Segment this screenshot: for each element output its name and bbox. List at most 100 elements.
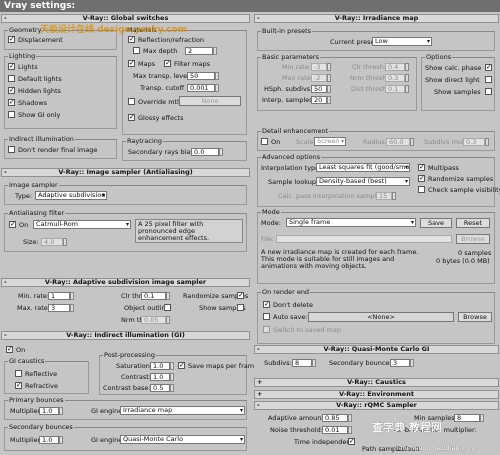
detail-radius-field[interactable]: 60.0 xyxy=(386,138,410,146)
qmc-subdivs-field[interactable]: 8 xyxy=(292,359,312,367)
im-show-samples-checkbox[interactable] xyxy=(485,88,492,95)
max-depth-field[interactable]: 2 xyxy=(185,47,213,55)
aa-filter-on-checkbox[interactable]: ✓ xyxy=(9,221,16,228)
interp-samples-spinner[interactable] xyxy=(327,96,331,104)
im-min-rate-field[interactable]: -3 xyxy=(311,63,327,71)
contrast-field[interactable]: 1.0 xyxy=(150,373,170,381)
im-dist-thresh-field[interactable]: 0.1 xyxy=(385,85,405,93)
glossy-effects-checkbox[interactable]: ✓ xyxy=(128,114,135,121)
refractive-checkbox[interactable]: ✓ xyxy=(15,382,22,389)
contrast-base-spinner[interactable] xyxy=(170,384,174,392)
qmc-secondary-bounces-field[interactable]: 3 xyxy=(390,359,410,367)
interpolation-type-dropdown[interactable]: Least squares fit (good/smooth xyxy=(316,163,410,172)
max-transp-levels-field[interactable]: 50 xyxy=(187,72,215,80)
lights-checkbox[interactable]: ✓ xyxy=(8,63,15,70)
current-preset-dropdown[interactable]: Low xyxy=(372,37,432,46)
secondary-gi-engine-dropdown[interactable]: Quasi-Monte Carlo xyxy=(120,435,245,444)
im-dist-thresh-spinner[interactable] xyxy=(405,85,409,93)
rqmc-sampler-header[interactable]: - V-Ray:: rQMC Sampler xyxy=(254,401,499,410)
max-transp-levels-spinner[interactable] xyxy=(215,72,219,80)
show-gi-only-checkbox[interactable] xyxy=(8,111,15,118)
irradiance-map-header[interactable]: - V-Ray:: Irradiance map xyxy=(254,14,499,23)
im-clr-thresh-field[interactable]: 0.4 xyxy=(385,63,405,71)
sample-lookup-dropdown[interactable]: Density-based (best) xyxy=(316,177,410,186)
auto-save-checkbox[interactable] xyxy=(263,313,270,320)
max-depth-checkbox[interactable] xyxy=(133,47,140,54)
calc-pass-field[interactable]: 15 xyxy=(376,192,392,200)
im-nrm-thresh-field[interactable]: 0.3 xyxy=(385,74,405,82)
qmc-secondary-bounces-spinner[interactable] xyxy=(410,359,414,367)
reflection-refraction-checkbox[interactable]: ✓ xyxy=(128,36,135,43)
secondary-multiplier-spinner[interactable] xyxy=(59,436,63,444)
im-nrm-thresh-spinner[interactable] xyxy=(405,74,409,82)
filter-maps-checkbox[interactable]: ✓ xyxy=(164,60,171,67)
secondary-rays-bias-spinner[interactable] xyxy=(219,148,223,156)
aa-size-field[interactable]: 4.0 xyxy=(41,238,63,246)
default-lights-checkbox[interactable] xyxy=(8,75,15,82)
override-mtl-none-button[interactable]: None xyxy=(179,96,241,106)
nrm-thresh-spinner[interactable] xyxy=(166,316,170,324)
saturation-field[interactable]: 1.0 xyxy=(150,362,170,370)
noise-threshold-spinner[interactable] xyxy=(348,426,352,434)
sampler-type-dropdown[interactable]: Adaptive subdivision xyxy=(35,191,107,200)
reflective-checkbox[interactable] xyxy=(15,370,22,377)
aa-filter-dropdown[interactable]: Catmull-Rom xyxy=(33,220,131,229)
indirect-illumination-header[interactable]: - V-Ray:: Indirect illumination (GI) xyxy=(1,331,250,340)
primary-multiplier-field[interactable]: 1.0 xyxy=(39,407,59,415)
qmc-subdivs-spinner[interactable] xyxy=(312,359,316,367)
dont-render-final-checkbox[interactable] xyxy=(8,146,15,153)
subdivs-mult-spinner[interactable] xyxy=(485,138,489,146)
nrm-thresh-field[interactable]: 0.05 xyxy=(141,316,166,324)
min-rate-field[interactable]: 1 xyxy=(48,292,70,300)
image-sampler-header[interactable]: - V-Ray:: Image sampler (Antialiasing) xyxy=(1,168,250,177)
aa-size-spinner[interactable] xyxy=(63,238,67,246)
multipass-checkbox[interactable]: ✓ xyxy=(418,164,425,171)
auto-save-path-button[interactable]: <None> xyxy=(308,312,454,322)
mode-dropdown[interactable]: Single frame xyxy=(286,218,416,227)
time-independent-checkbox[interactable]: ✓ xyxy=(348,438,355,445)
displacement-checkbox[interactable]: ✓ xyxy=(8,36,15,43)
adaptive-amount-spinner[interactable] xyxy=(348,414,352,422)
detail-on-checkbox[interactable] xyxy=(261,138,268,145)
reset-button[interactable]: Reset xyxy=(456,218,490,228)
secondary-multiplier-field[interactable]: 1.0 xyxy=(39,436,59,444)
im-max-rate-field[interactable]: -2 xyxy=(311,74,327,82)
max-depth-spinner[interactable] xyxy=(213,47,217,55)
secondary-rays-bias-field[interactable]: 0.0 xyxy=(191,148,219,156)
clr-thresh-spinner[interactable] xyxy=(166,292,170,300)
auto-save-browse-button[interactable]: Browse xyxy=(458,312,492,322)
saturation-spinner[interactable] xyxy=(170,362,174,370)
dont-delete-checkbox[interactable]: ✓ xyxy=(263,301,270,308)
show-calc-phase-checkbox[interactable]: ✓ xyxy=(485,64,492,71)
check-sample-visibility-checkbox[interactable] xyxy=(418,186,425,193)
interp-samples-field[interactable]: 20 xyxy=(311,96,327,104)
hsph-subdivs-field[interactable]: 50 xyxy=(311,85,327,93)
hsph-subdivs-spinner[interactable] xyxy=(327,85,331,93)
randomize-samples-checkbox[interactable]: ✓ xyxy=(237,292,244,299)
im-randomize-samples-checkbox[interactable]: ✓ xyxy=(418,175,425,182)
caustics-header[interactable]: + V-Ray:: Caustics xyxy=(254,378,499,387)
contrast-spinner[interactable] xyxy=(170,373,174,381)
file-path-field[interactable] xyxy=(276,235,452,243)
save-button[interactable]: Save xyxy=(420,218,452,228)
contrast-base-field[interactable]: 0.5 xyxy=(150,384,170,392)
subdivs-mult-field[interactable]: 0.3 xyxy=(463,138,485,146)
maps-checkbox[interactable]: ✓ xyxy=(128,60,135,67)
detail-scale-dropdown[interactable]: Screen xyxy=(314,137,346,146)
im-clr-thresh-spinner[interactable] xyxy=(405,63,409,71)
noise-threshold-field[interactable]: 0.01 xyxy=(322,426,348,434)
show-direct-light-checkbox[interactable] xyxy=(485,76,492,83)
show-samples-checkbox[interactable] xyxy=(237,304,244,311)
save-maps-checkbox[interactable]: ✓ xyxy=(178,362,185,369)
min-samples-field[interactable]: 8 xyxy=(454,414,480,422)
im-min-rate-spinner[interactable] xyxy=(327,63,331,71)
min-rate-spinner[interactable] xyxy=(70,292,74,300)
gi-on-checkbox[interactable]: ✓ xyxy=(6,346,13,353)
object-outline-checkbox[interactable] xyxy=(164,304,171,311)
max-rate-spinner[interactable] xyxy=(70,304,74,312)
override-mtl-checkbox[interactable] xyxy=(128,98,135,105)
qmc-gi-header[interactable]: - V-Ray:: Quasi-Monte Carlo GI xyxy=(254,345,499,354)
calc-pass-spinner[interactable] xyxy=(392,192,396,200)
adaptive-amount-field[interactable]: 0.85 xyxy=(322,414,348,422)
primary-multiplier-spinner[interactable] xyxy=(59,407,63,415)
